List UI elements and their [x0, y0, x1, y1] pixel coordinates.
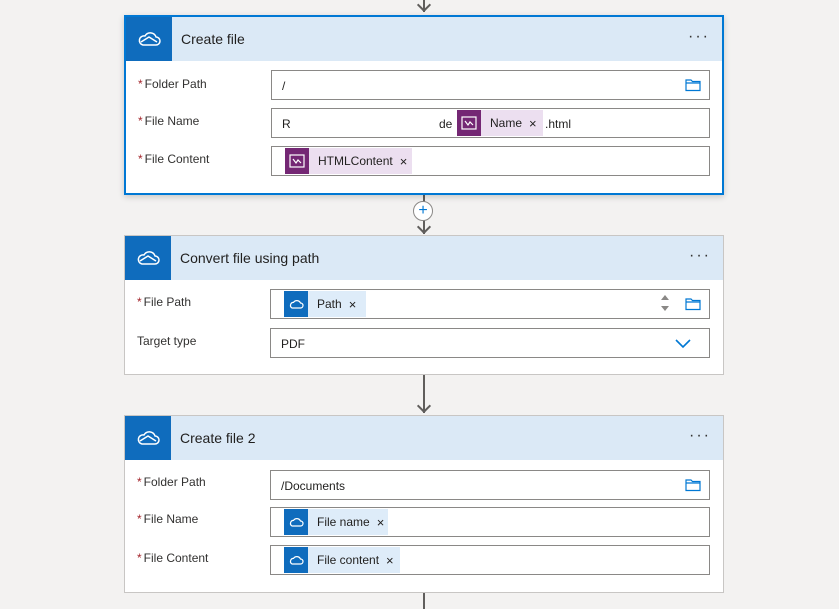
- file-content-input[interactable]: HTMLContent ×: [271, 146, 710, 176]
- card-title: Create file 2: [180, 430, 256, 446]
- connector-bottom: [423, 593, 425, 609]
- card-title: Convert file using path: [180, 250, 320, 266]
- add-step-button[interactable]: +: [413, 201, 433, 221]
- token-label: HTMLContent: [318, 154, 393, 168]
- field-label: * File Name: [138, 114, 200, 128]
- remove-token-icon[interactable]: ×: [377, 515, 385, 530]
- remove-token-icon[interactable]: ×: [400, 154, 408, 169]
- action-card-convert-file[interactable]: Convert file using path ··· * File Path P…: [124, 235, 724, 375]
- dynamic-token-file-name[interactable]: File name ×: [284, 509, 388, 535]
- token-label: File content: [317, 553, 380, 567]
- file-name-input[interactable]: File name ×: [270, 507, 710, 537]
- field-label: * Folder Path: [137, 475, 206, 489]
- file-name-input[interactable]: R de Name × .html: [271, 108, 710, 138]
- onedrive-cloud-icon: [125, 236, 171, 280]
- token-label: Path: [317, 297, 342, 311]
- folder-picker-icon[interactable]: [685, 478, 701, 495]
- field-label: * File Name: [137, 512, 199, 526]
- onedrive-cloud-icon: [284, 291, 308, 317]
- card-header[interactable]: Create file 2 ···: [125, 416, 723, 460]
- field-label: * File Content: [137, 551, 209, 565]
- dynamic-token-name[interactable]: Name ×: [457, 110, 543, 136]
- onedrive-cloud-icon: [284, 509, 308, 535]
- token-label: Name: [490, 116, 523, 130]
- file-name-prefix: R: [282, 117, 291, 131]
- token-label: File name: [317, 515, 370, 529]
- remove-token-icon[interactable]: ×: [349, 297, 357, 312]
- powerapps-icon: [457, 110, 481, 136]
- chevron-down-icon[interactable]: [675, 338, 691, 352]
- folder-picker-icon[interactable]: [685, 78, 701, 95]
- more-options-button[interactable]: ···: [689, 248, 711, 264]
- file-content-input[interactable]: File content ×: [270, 545, 710, 575]
- folder-picker-icon[interactable]: [685, 297, 701, 314]
- dynamic-token-file-content[interactable]: File content ×: [284, 547, 400, 573]
- folder-path-input[interactable]: /: [271, 70, 710, 100]
- folder-path-input[interactable]: /Documents: [270, 470, 710, 500]
- action-card-create-file-2[interactable]: Create file 2 ··· * Folder Path /Document…: [124, 415, 724, 593]
- arrow-head: [416, 398, 432, 414]
- dynamic-token-htmlcontent[interactable]: HTMLContent ×: [285, 148, 412, 174]
- more-options-button[interactable]: ···: [688, 29, 710, 45]
- scroll-arrows[interactable]: [660, 293, 670, 313]
- arrow-head: [416, 219, 432, 235]
- action-card-create-file[interactable]: Create file ··· * Folder Path / * File Nam…: [124, 15, 724, 195]
- dynamic-token-path[interactable]: Path ×: [284, 291, 366, 317]
- file-name-suffix: .html: [545, 117, 572, 131]
- onedrive-cloud-icon: [125, 416, 171, 460]
- card-header[interactable]: Convert file using path ···: [125, 236, 723, 280]
- arrow-head: [416, 0, 432, 13]
- card-header[interactable]: Create file ···: [126, 17, 722, 61]
- down-arrow-icon: [661, 306, 669, 311]
- remove-token-icon[interactable]: ×: [386, 553, 394, 568]
- onedrive-cloud-icon: [126, 17, 172, 61]
- file-name-mid: de: [439, 117, 453, 131]
- folder-path-value: /Documents: [281, 479, 346, 493]
- file-path-input[interactable]: Path ×: [270, 289, 710, 319]
- target-type-dropdown[interactable]: PDF: [270, 328, 710, 358]
- field-label: * File Path: [137, 295, 192, 309]
- remove-token-icon[interactable]: ×: [529, 116, 537, 131]
- onedrive-cloud-icon: [284, 547, 308, 573]
- card-title: Create file: [181, 31, 245, 47]
- up-arrow-icon: [661, 295, 669, 300]
- field-label: * File Content: [138, 152, 210, 166]
- field-label: Target type: [137, 334, 197, 348]
- powerapps-icon: [285, 148, 309, 174]
- target-type-value: PDF: [281, 337, 305, 351]
- more-options-button[interactable]: ···: [689, 428, 711, 444]
- field-label: * Folder Path: [138, 77, 207, 91]
- folder-path-value: /: [282, 79, 286, 93]
